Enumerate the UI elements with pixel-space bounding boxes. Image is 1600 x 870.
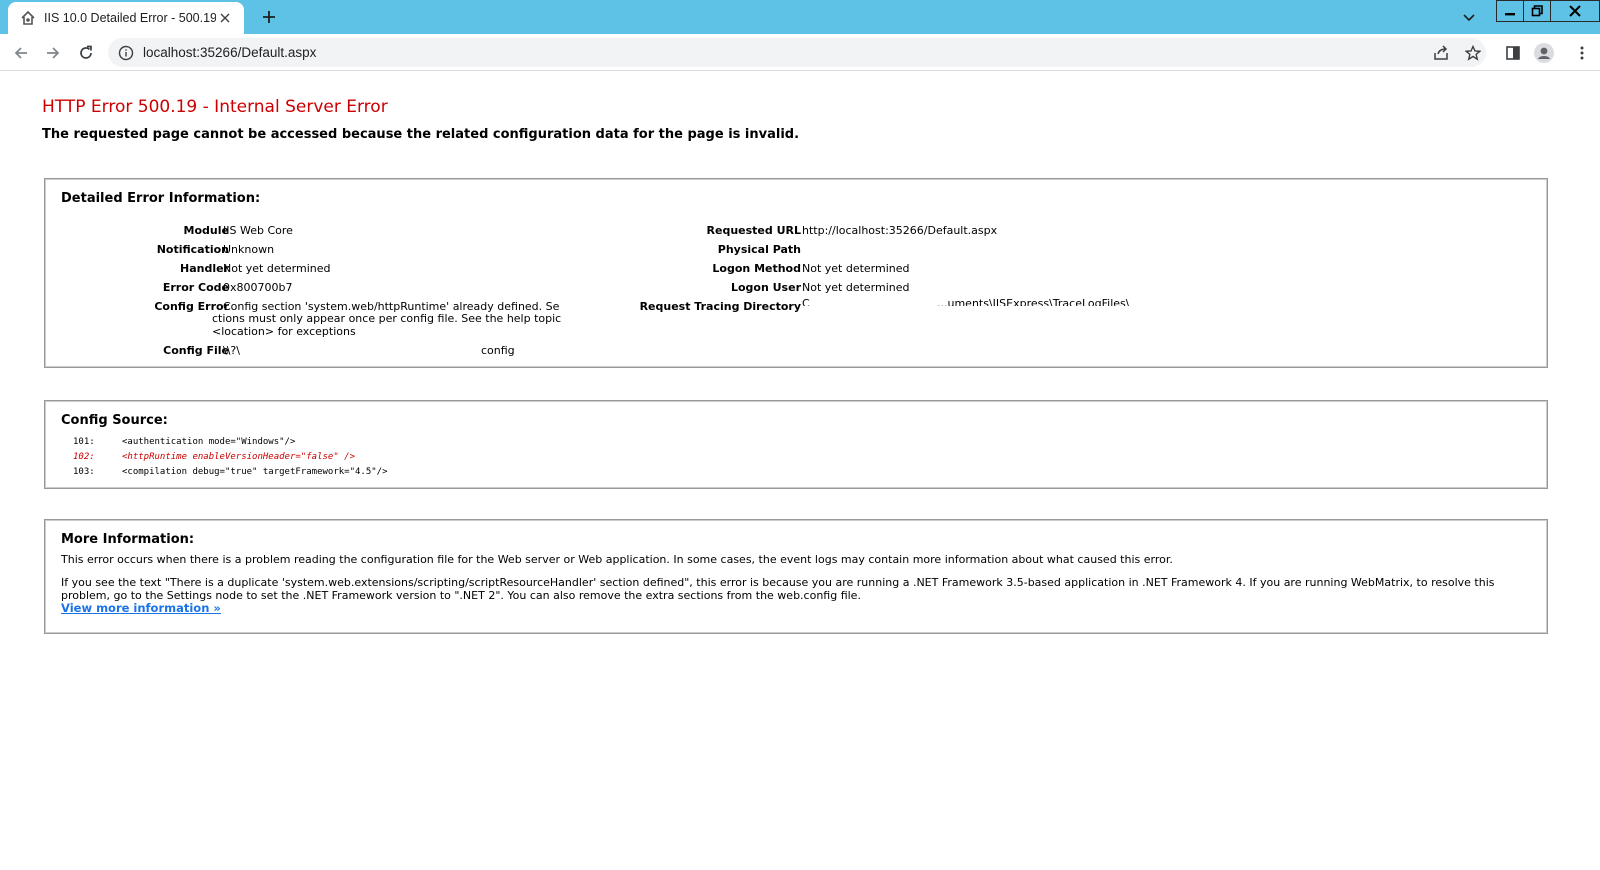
reload-icon[interactable] (74, 41, 98, 65)
handler-value: Not yet determined (223, 262, 331, 275)
more-information-heading: More Information: (61, 532, 195, 547)
error-code-key: Error Code (162, 281, 229, 294)
error-code-value: 0x800700b7 (223, 281, 293, 294)
code-line-number: 101: (73, 437, 95, 447)
physical-path-key: Physical Path (717, 243, 801, 256)
code-line-highlighted: <httpRuntime enableVersionHeader="false"… (122, 452, 355, 462)
error-title: HTTP Error 500.19 - Internal Server Erro… (42, 97, 388, 117)
error-subtitle: The requested page cannot be accessed be… (42, 127, 800, 142)
tab-strip: IIS 10.0 Detailed Error - 500.19 - I (0, 0, 1600, 34)
share-icon[interactable] (1430, 42, 1452, 64)
address-bar[interactable]: localhost:35266/Default.aspx (108, 38, 1486, 67)
tab-search-chevron-down-icon[interactable] (1460, 9, 1478, 27)
module-value: IIS Web Core (223, 224, 293, 237)
config-source-heading: Config Source: (61, 413, 168, 428)
site-info-icon[interactable] (118, 45, 134, 61)
view-more-information-link[interactable]: View more information » (61, 601, 221, 615)
logon-method-key: Logon Method (712, 262, 801, 275)
browser-toolbar: localhost:35266/Default.aspx (0, 34, 1600, 71)
tracing-directory-key: Request Tracing Directory (639, 300, 801, 313)
iis-favicon-icon (20, 10, 36, 26)
tracing-directory-value-start: C (802, 297, 810, 306)
restore-window-icon[interactable] (1523, 0, 1551, 22)
requested-url-key: Requested URL (706, 224, 801, 237)
logon-method-value: Not yet determined (802, 262, 910, 275)
config-error-line3: <location> for exceptions (212, 325, 356, 338)
profile-avatar-icon[interactable] (1532, 41, 1556, 65)
more-information-box: More Information: This error occurs when… (44, 519, 1548, 634)
new-tab-icon[interactable] (258, 6, 280, 28)
address-url[interactable]: localhost:35266/Default.aspx (143, 45, 316, 60)
config-file-value-end: config (481, 344, 515, 357)
tracing-directory-value-end: ...uments\IISExpress\TraceLogFiles\ (937, 297, 1130, 306)
close-tab-icon[interactable] (216, 9, 234, 27)
tab-title: IIS 10.0 Detailed Error - 500.19 - I (44, 11, 216, 25)
code-line-number-highlighted: 102: (73, 452, 95, 462)
more-information-paragraph-1: This error occurs when there is a proble… (61, 553, 1173, 566)
minimize-window-icon[interactable] (1496, 0, 1524, 22)
bookmark-star-icon[interactable] (1462, 42, 1484, 64)
config-error-line2: ctions must only appear once per config … (212, 312, 562, 325)
requested-url-value: http://localhost:35266/Default.aspx (802, 224, 998, 237)
notification-value: Unknown (223, 243, 275, 256)
active-tab[interactable]: IIS 10.0 Detailed Error - 500.19 - I (8, 2, 244, 34)
config-file-key: Config File (163, 344, 229, 357)
kebab-menu-icon[interactable] (1570, 41, 1594, 65)
code-line: <authentication mode="Windows"/> (122, 437, 296, 447)
config-file-value-start: \\?\ (223, 344, 240, 357)
config-source-box: Config Source: 101: <authentication mode… (44, 400, 1548, 489)
logon-user-value: Not yet determined (802, 281, 910, 294)
side-panel-icon[interactable] (1501, 41, 1525, 65)
handler-key: Handler (180, 262, 229, 275)
detailed-error-box: Detailed Error Information: Module IIS W… (44, 178, 1548, 368)
notification-key: Notification (156, 243, 229, 256)
more-information-paragraph-2: If you see the text "There is a duplicat… (61, 576, 1495, 602)
back-arrow-icon[interactable] (9, 41, 33, 65)
close-window-icon[interactable] (1550, 0, 1600, 22)
code-line-number: 103: (73, 467, 95, 477)
page-content: HTTP Error 500.19 - Internal Server Erro… (0, 72, 1600, 870)
code-line: <compilation debug="true" targetFramewor… (122, 467, 388, 477)
logon-user-key: Logon User (730, 281, 801, 294)
forward-arrow-icon[interactable] (41, 41, 65, 65)
detailed-error-heading: Detailed Error Information: (61, 191, 261, 206)
